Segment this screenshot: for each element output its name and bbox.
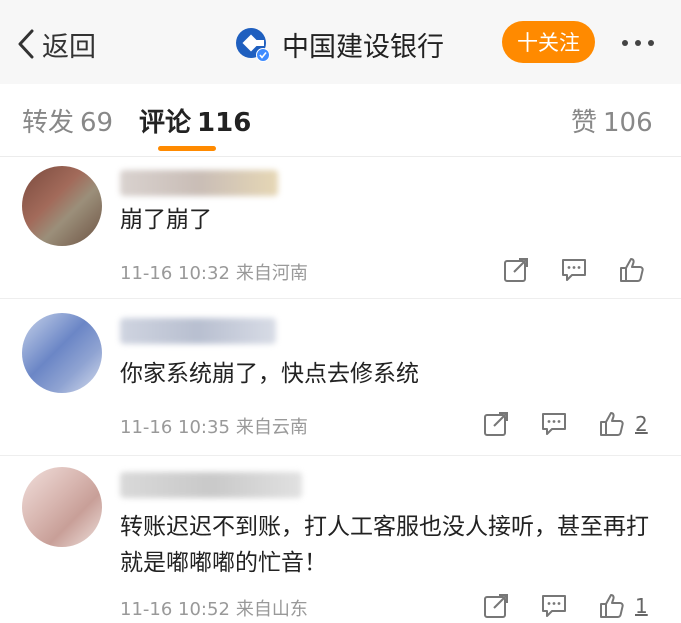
- share-icon[interactable]: [502, 256, 530, 284]
- username-blurred[interactable]: [120, 318, 276, 344]
- bank-logo-icon: [234, 26, 270, 62]
- tab-bar: 转发 69 评论 116 赞 106: [0, 84, 681, 157]
- like-count[interactable]: 2: [635, 412, 648, 436]
- username-blurred[interactable]: [120, 472, 302, 498]
- tab-likes-label: 赞: [571, 108, 598, 138]
- comment-actions: 2: [480, 410, 660, 440]
- comment-location: 来自河南: [235, 263, 308, 284]
- comment-icon[interactable]: [540, 410, 568, 438]
- share-icon[interactable]: [482, 592, 510, 620]
- comment-actions: 1: [480, 592, 660, 622]
- comment-icon[interactable]: [540, 592, 568, 620]
- follow-button[interactable]: 十关注: [502, 21, 595, 63]
- avatar[interactable]: [22, 467, 102, 547]
- avatar[interactable]: [22, 313, 102, 393]
- thumbs-up-icon[interactable]: [598, 592, 626, 620]
- tab-likes-count: 106: [603, 108, 653, 138]
- comment-text: 你家系统崩了，快点去修系统: [120, 361, 419, 387]
- tab-forward-count: 69: [80, 108, 114, 138]
- avatar[interactable]: [22, 166, 102, 246]
- top-bar: 返回 中国建设银行 十关注: [0, 0, 681, 85]
- comment-text: 崩了崩了: [120, 207, 212, 233]
- comment-time: 11-16 10:35: [120, 417, 230, 438]
- comment-location: 来自云南: [235, 417, 308, 438]
- tab-likes[interactable]: 赞 106: [571, 102, 653, 139]
- comment-location: 来自山东: [235, 599, 308, 620]
- divider: [0, 298, 681, 299]
- comment-text: 转账迟迟不到账，打人工客服也没人接听，甚至再打就是嘟嘟嘟的忙音！: [120, 514, 649, 576]
- tab-comments[interactable]: 评论 116: [139, 102, 251, 139]
- tab-forward[interactable]: 转发 69: [22, 102, 113, 139]
- divider: [0, 455, 681, 456]
- comment-meta: 11-16 10:35 来自云南: [120, 413, 308, 439]
- page-title: 中国建设银行: [282, 31, 444, 63]
- active-tab-indicator: [158, 146, 216, 151]
- page-title-group: 中国建设银行: [234, 24, 444, 64]
- tab-comments-label: 评论: [139, 108, 192, 138]
- comment-meta: 11-16 10:32 来自河南: [120, 259, 308, 285]
- back-button[interactable]: 返回: [16, 24, 96, 64]
- thumbs-up-icon[interactable]: [618, 256, 646, 284]
- back-label: 返回: [42, 31, 96, 63]
- thumbs-up-icon[interactable]: [598, 410, 626, 438]
- share-icon[interactable]: [482, 410, 510, 438]
- comment-meta: 11-16 10:52 来自山东: [120, 595, 308, 621]
- verified-badge-icon: [256, 48, 270, 62]
- chevron-left-icon: [18, 29, 34, 59]
- comment-time: 11-16 10:32: [120, 263, 230, 284]
- tab-forward-label: 转发: [22, 108, 75, 138]
- comment-actions: [500, 256, 660, 286]
- comment-icon[interactable]: [560, 256, 588, 284]
- comment-time: 11-16 10:52: [120, 599, 230, 620]
- username-blurred[interactable]: [120, 170, 278, 196]
- like-count[interactable]: 1: [635, 594, 648, 618]
- more-icon[interactable]: [610, 26, 666, 60]
- tab-comments-count: 116: [197, 108, 252, 138]
